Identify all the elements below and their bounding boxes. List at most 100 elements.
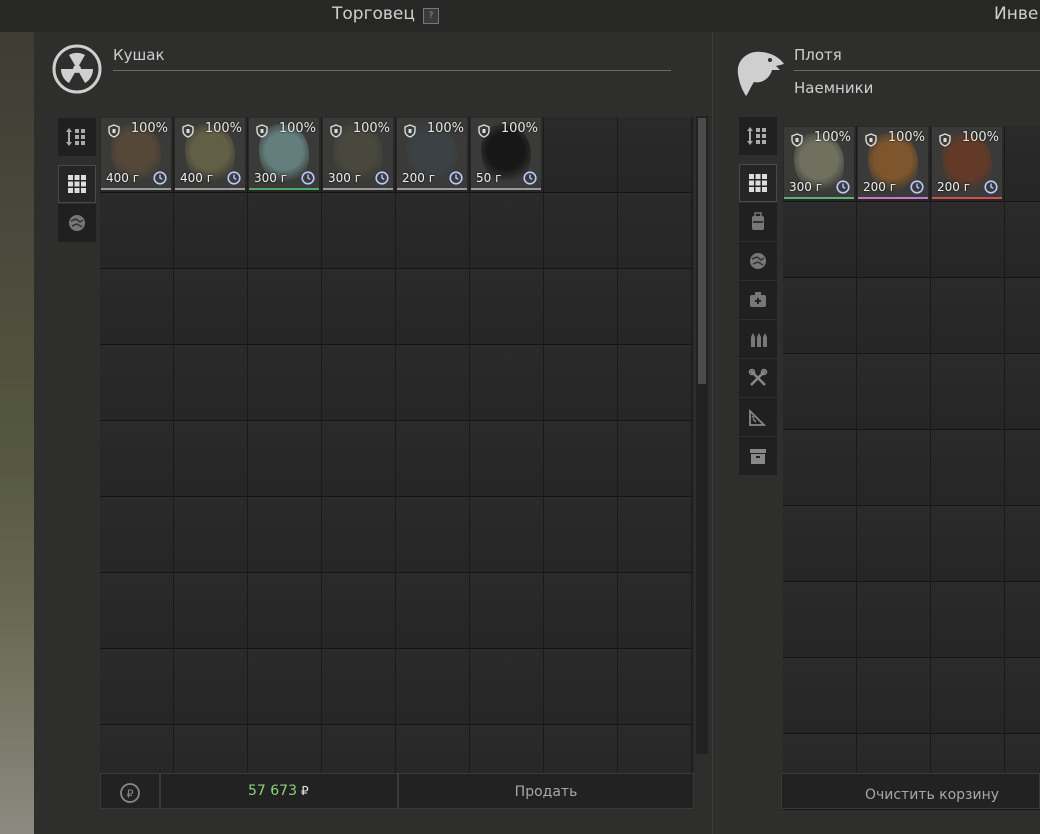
inventory-item[interactable]: 100% 50 г [471,118,541,190]
inventory-cell[interactable] [248,649,322,725]
inventory-cell[interactable] [857,582,931,658]
inventory-item[interactable]: 100% 200 г [858,127,928,199]
inventory-item[interactable]: 100% 300 г [249,118,319,190]
inventory-cell[interactable] [544,117,618,193]
inventory-cell[interactable] [618,345,692,421]
inventory-cell[interactable] [470,345,544,421]
inventory-cell[interactable] [470,497,544,573]
filter-misc-button[interactable] [739,398,777,436]
inventory-cell[interactable] [544,269,618,345]
inventory-cell[interactable] [1005,202,1040,278]
inventory-cell[interactable]: 100% 200 г [931,126,1005,202]
inventory-cell[interactable] [618,269,692,345]
inventory-cell[interactable] [857,506,931,582]
inventory-cell[interactable] [931,278,1005,354]
inventory-cell[interactable] [396,193,470,269]
inventory-cell[interactable]: 100% 400 г [100,117,174,193]
inventory-cell[interactable] [174,497,248,573]
inventory-cell[interactable] [857,658,931,734]
clear-cart-button[interactable]: Очистить корзину [781,773,1040,809]
filter-all-button[interactable] [739,164,777,202]
filter-artifacts-button[interactable] [739,242,777,280]
inventory-cell[interactable] [1005,658,1040,734]
filter-artifacts-button[interactable] [58,204,96,242]
inventory-cell[interactable] [857,430,931,506]
inventory-cell[interactable] [396,649,470,725]
inventory-cell[interactable] [931,430,1005,506]
inventory-cell[interactable] [470,573,544,649]
inventory-cell[interactable] [544,193,618,269]
sell-button[interactable]: Продать [398,773,694,809]
inventory-cell[interactable] [322,649,396,725]
inventory-item[interactable]: 100% 300 г [323,118,393,190]
inventory-cell[interactable] [396,573,470,649]
inventory-cell[interactable] [322,269,396,345]
inventory-cell[interactable] [618,421,692,497]
sort-button[interactable] [739,117,777,155]
inventory-cell[interactable] [618,117,692,193]
inventory-cell[interactable] [470,421,544,497]
inventory-cell[interactable] [544,649,618,725]
inventory-cell[interactable] [248,497,322,573]
inventory-cell[interactable] [174,421,248,497]
inventory-cell[interactable]: 100% 400 г [174,117,248,193]
inventory-cell[interactable] [618,497,692,573]
inventory-cell[interactable] [174,649,248,725]
inventory-item[interactable]: 100% 200 г [932,127,1002,199]
inventory-item[interactable]: 100% 200 г [397,118,467,190]
inventory-cell[interactable] [470,649,544,725]
inventory-cell[interactable] [248,193,322,269]
inventory-cell[interactable] [174,193,248,269]
inventory-cell[interactable]: 100% 300 г [248,117,322,193]
inventory-cell[interactable] [248,421,322,497]
inventory-cell[interactable] [248,269,322,345]
scrollbar-thumb[interactable] [698,118,706,384]
inventory-cell[interactable] [100,649,174,725]
inventory-cell[interactable] [100,497,174,573]
inventory-cell[interactable] [396,497,470,573]
inventory-cell[interactable] [544,345,618,421]
inventory-cell[interactable] [322,497,396,573]
inventory-item[interactable]: 100% 400 г [101,118,171,190]
inventory-cell[interactable] [174,573,248,649]
inventory-cell[interactable] [100,269,174,345]
inventory-cell[interactable] [248,573,322,649]
help-button[interactable]: ? [423,8,439,24]
inventory-cell[interactable]: 100% 50 г [470,117,544,193]
inventory-cell[interactable] [931,658,1005,734]
inventory-cell[interactable] [470,193,544,269]
inventory-cell[interactable]: 100% 200 г [857,126,931,202]
inventory-cell[interactable] [783,278,857,354]
inventory-cell[interactable] [322,193,396,269]
inventory-cell[interactable]: 100% 300 г [322,117,396,193]
inventory-cell[interactable] [322,345,396,421]
inventory-cell[interactable] [1005,506,1040,582]
inventory-cell[interactable] [857,278,931,354]
inventory-cell[interactable] [544,421,618,497]
sort-button[interactable] [58,118,96,156]
inventory-cell[interactable] [174,345,248,421]
inventory-item[interactable]: 100% 300 г [784,127,854,199]
inventory-cell[interactable] [322,421,396,497]
inventory-cell[interactable] [618,649,692,725]
inventory-cell[interactable] [783,582,857,658]
inventory-cell[interactable] [783,506,857,582]
filter-medical-button[interactable] [739,281,777,319]
inventory-cell[interactable] [857,354,931,430]
filter-outfits-button[interactable] [739,203,777,241]
inventory-cell[interactable]: 100% 300 г [783,126,857,202]
inventory-cell[interactable] [783,430,857,506]
inventory-cell[interactable] [470,269,544,345]
inventory-cell[interactable] [396,345,470,421]
inventory-item[interactable]: 100% 400 г [175,118,245,190]
inventory-cell[interactable] [618,193,692,269]
inventory-cell[interactable] [931,506,1005,582]
inventory-cell[interactable] [931,582,1005,658]
inventory-cell[interactable] [100,421,174,497]
inventory-cell[interactable] [100,573,174,649]
inventory-cell[interactable] [783,658,857,734]
filter-ammo-button[interactable] [739,320,777,358]
inventory-cell[interactable] [1005,278,1040,354]
inventory-cell[interactable] [322,573,396,649]
filter-tools-button[interactable] [739,359,777,397]
